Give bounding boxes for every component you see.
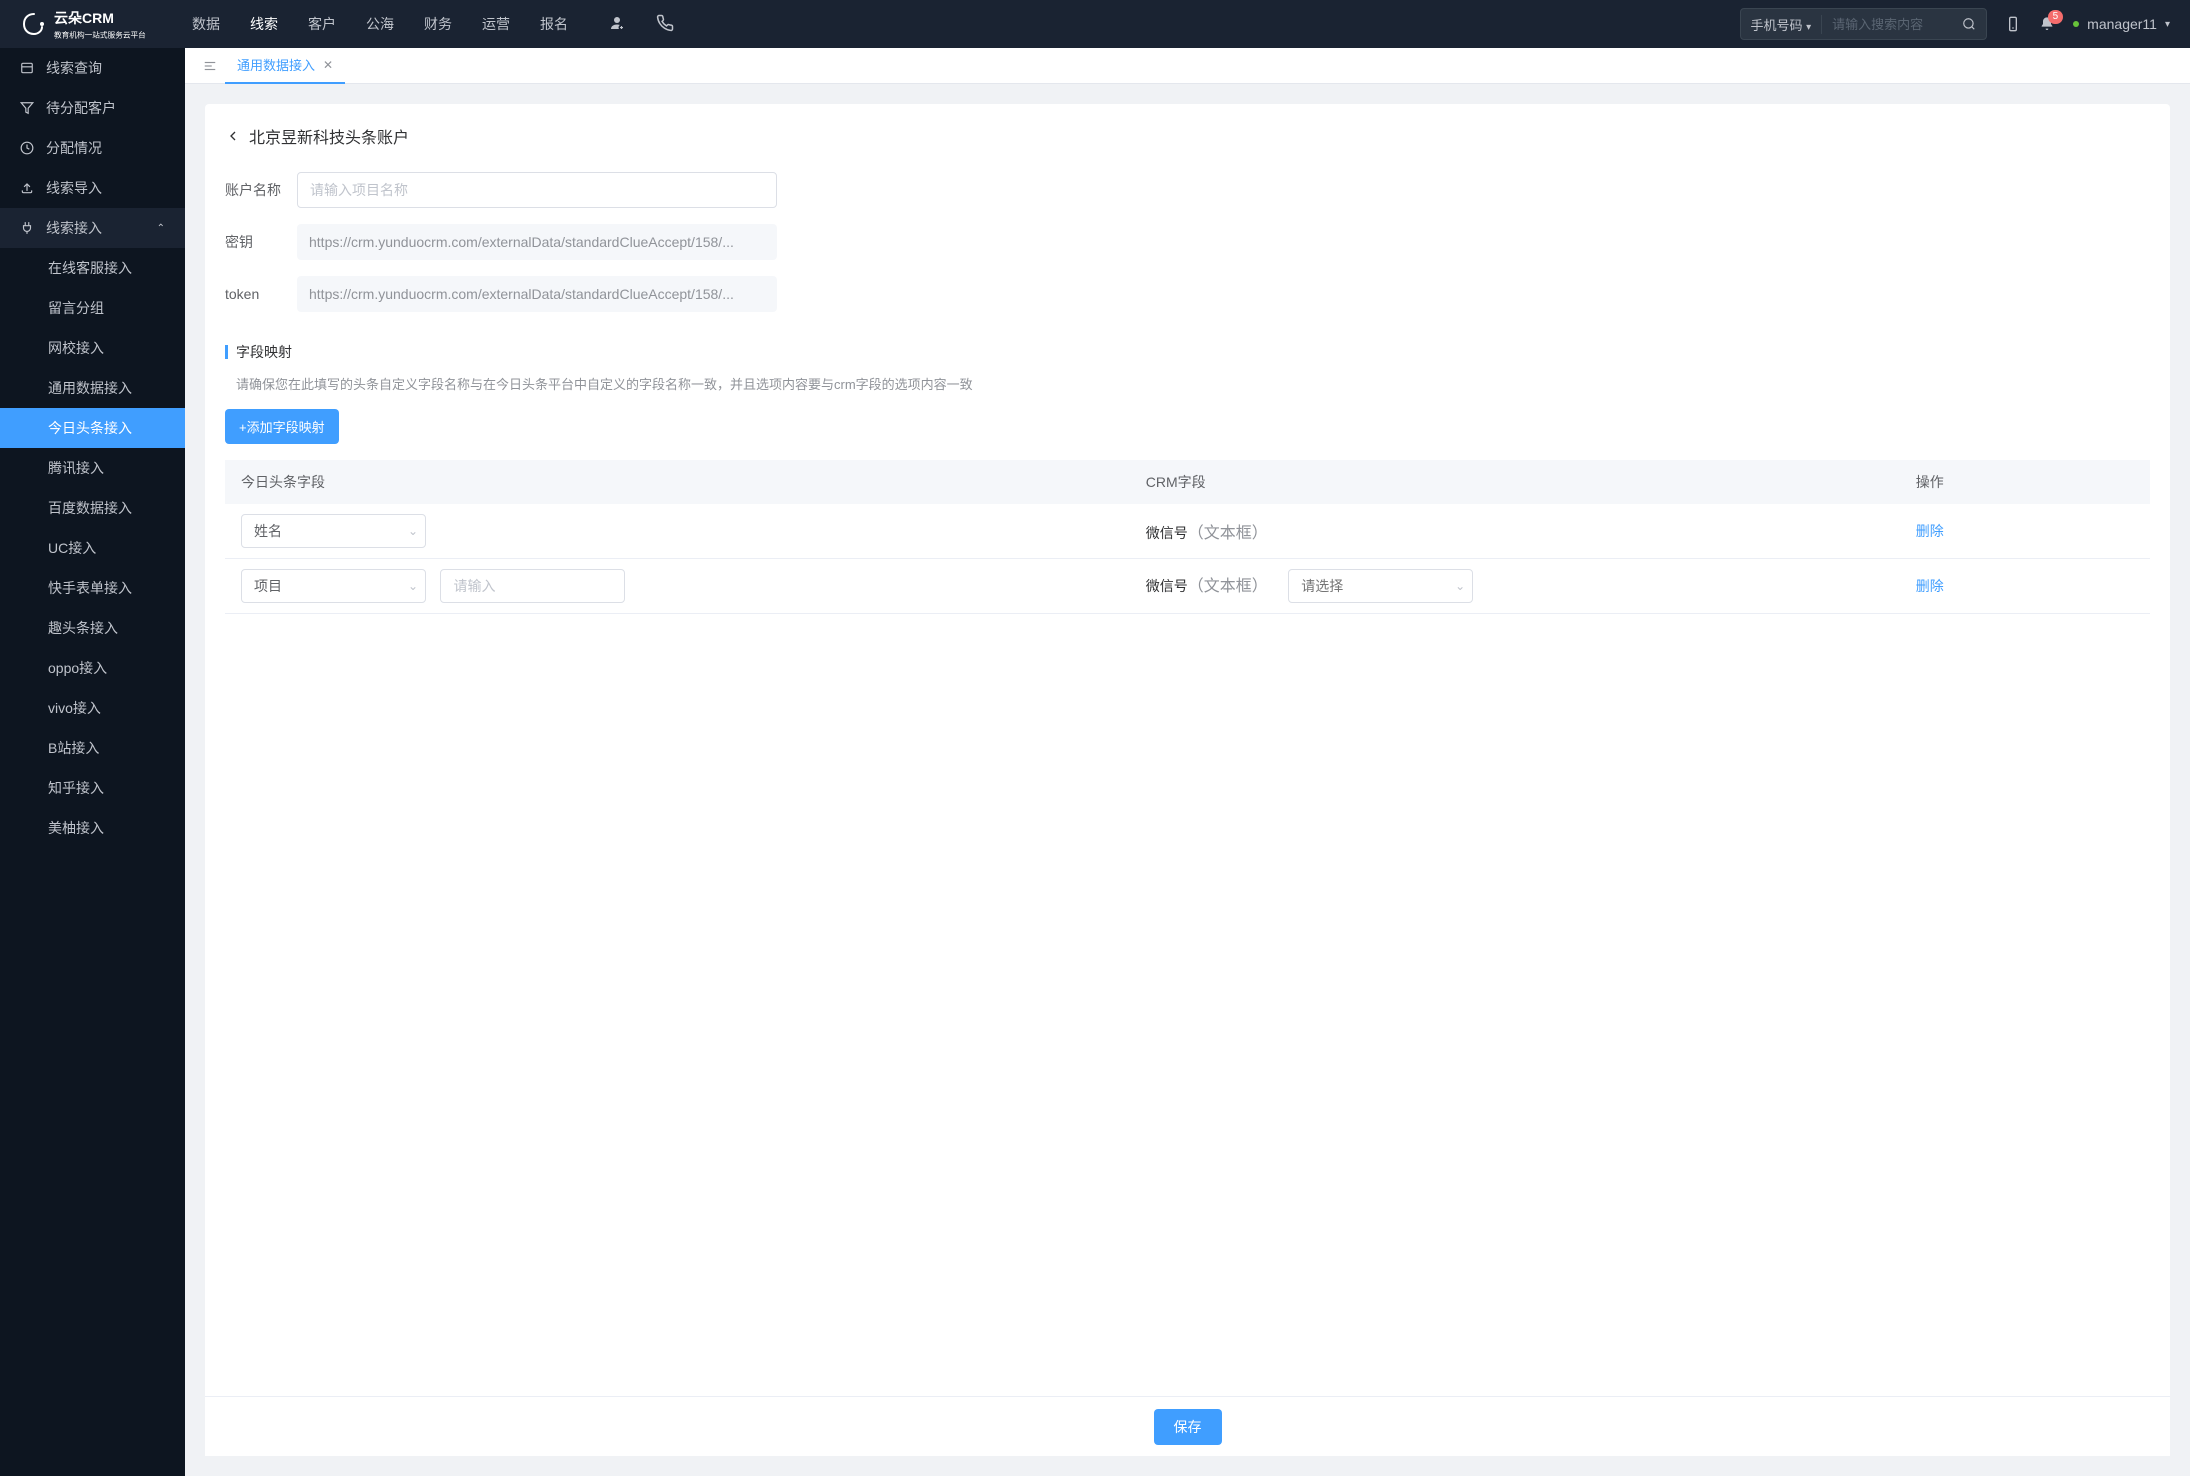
phone-icon[interactable] bbox=[656, 14, 674, 34]
user-add-icon[interactable] bbox=[608, 14, 626, 34]
col-crm: CRM字段 bbox=[1130, 460, 1900, 504]
close-icon[interactable]: ✕ bbox=[323, 58, 333, 72]
top-nav: 数据 线索 客户 公海 财务 运营 报名 bbox=[192, 14, 674, 34]
account-input[interactable] bbox=[297, 172, 777, 208]
search-type-select[interactable]: 手机号码 ▾ bbox=[1751, 15, 1823, 34]
app-header: 云朵CRM 教育机构一站式服务云平台 数据 线索 客户 公海 财务 运营 报名 … bbox=[0, 0, 2190, 48]
username: manager11 bbox=[2087, 16, 2157, 32]
sidebar-item-allocation[interactable]: 分配情况 bbox=[0, 128, 185, 168]
app-logo: 云朵CRM 教育机构一站式服务云平台 bbox=[20, 8, 162, 41]
table-row: ⌄ 微信号（文本框） 删除 bbox=[225, 504, 2150, 559]
sidebar-sub-item[interactable]: UC接入 bbox=[0, 528, 185, 568]
crm-field-name: 微信号 bbox=[1146, 525, 1188, 541]
search-box: 手机号码 ▾ bbox=[1740, 8, 1988, 40]
list-icon bbox=[20, 61, 34, 75]
mobile-icon[interactable] bbox=[2005, 16, 2021, 32]
sidebar-sub-item[interactable]: 百度数据接入 bbox=[0, 488, 185, 528]
sidebar-sub-item[interactable]: 留言分组 bbox=[0, 288, 185, 328]
search-input[interactable] bbox=[1832, 17, 1962, 32]
upload-icon bbox=[20, 181, 34, 195]
secret-label: 密钥 bbox=[225, 232, 297, 252]
secret-input bbox=[297, 224, 777, 260]
sidebar-sub-item[interactable]: 在线客服接入 bbox=[0, 248, 185, 288]
nav-item-signup[interactable]: 报名 bbox=[540, 14, 568, 34]
sidebar-item-access[interactable]: 线索接入 ⌃ bbox=[0, 208, 185, 248]
filter-icon bbox=[20, 101, 34, 115]
account-label: 账户名称 bbox=[225, 180, 297, 200]
col-action: 操作 bbox=[1900, 460, 2150, 504]
logo-subtext: 教育机构一站式服务云平台 bbox=[54, 28, 146, 39]
toutiao-field-select[interactable] bbox=[241, 514, 426, 548]
tabs-bar: 通用数据接入 ✕ bbox=[185, 48, 2190, 84]
section-title: 字段映射 bbox=[236, 342, 292, 362]
status-dot bbox=[2073, 21, 2079, 27]
token-input bbox=[297, 276, 777, 312]
section-bar bbox=[225, 345, 228, 359]
sidebar-item-pending[interactable]: 待分配客户 bbox=[0, 88, 185, 128]
sidebar-sub-item[interactable]: 知乎接入 bbox=[0, 768, 185, 808]
nav-item-clue[interactable]: 线索 bbox=[250, 14, 278, 34]
sidebar-sub-item[interactable]: 美柚接入 bbox=[0, 808, 185, 848]
save-button[interactable]: 保存 bbox=[1154, 1409, 1222, 1445]
nav-item-operation[interactable]: 运营 bbox=[482, 14, 510, 34]
chevron-up-icon: ⌃ bbox=[157, 223, 165, 234]
notification-badge: 5 bbox=[2048, 10, 2064, 24]
nav-item-customer[interactable]: 客户 bbox=[308, 14, 336, 34]
logo-text: 云朵CRM bbox=[54, 8, 162, 28]
sidebar-sub-item[interactable]: oppo接入 bbox=[0, 648, 185, 688]
delete-button[interactable]: 删除 bbox=[1916, 523, 1944, 539]
bell-icon[interactable]: 5 bbox=[2039, 16, 2055, 32]
breadcrumb: 北京昱新科技头条账户 bbox=[225, 124, 2150, 148]
logo-icon bbox=[20, 10, 48, 38]
search-icon[interactable] bbox=[1962, 17, 1976, 31]
col-toutiao: 今日头条字段 bbox=[225, 460, 1130, 504]
header-right: 手机号码 ▾ 5 manager11 ▾ bbox=[1740, 8, 2171, 40]
tabs-collapse-icon[interactable] bbox=[195, 59, 225, 73]
crm-field-type: （文本框） bbox=[1188, 525, 1268, 542]
clock-icon bbox=[20, 141, 34, 155]
chevron-down-icon: ▾ bbox=[2165, 19, 2170, 30]
sidebar-sub-item[interactable]: 通用数据接入 bbox=[0, 368, 185, 408]
sidebar-item-import[interactable]: 线索导入 bbox=[0, 168, 185, 208]
crm-field-type: （文本框） bbox=[1188, 578, 1268, 595]
sidebar-sub-item[interactable]: 腾讯接入 bbox=[0, 448, 185, 488]
main-content: 通用数据接入 ✕ 北京昱新科技头条账户 账户名称 密钥 to bbox=[185, 48, 2190, 1476]
footer-bar: 保存 bbox=[205, 1396, 2170, 1456]
tab-current[interactable]: 通用数据接入 ✕ bbox=[225, 48, 345, 84]
back-icon[interactable] bbox=[225, 128, 241, 144]
sidebar-sub-item[interactable]: vivo接入 bbox=[0, 688, 185, 728]
nav-item-public[interactable]: 公海 bbox=[366, 14, 394, 34]
page-title: 北京昱新科技头条账户 bbox=[249, 124, 409, 148]
sidebar-sub-item[interactable]: 快手表单接入 bbox=[0, 568, 185, 608]
add-mapping-button[interactable]: +添加字段映射 bbox=[225, 409, 339, 444]
sidebar-sub-item[interactable]: B站接入 bbox=[0, 728, 185, 768]
token-label: token bbox=[225, 286, 297, 302]
sidebar: 线索查询 待分配客户 分配情况 线索导入 线索接入 ⌃ 在线客服接入留言分组网校… bbox=[0, 48, 185, 1476]
sidebar-sub-item[interactable]: 网校接入 bbox=[0, 328, 185, 368]
sidebar-sub-item[interactable]: 今日头条接入 bbox=[0, 408, 185, 448]
toutiao-field-select[interactable] bbox=[241, 569, 426, 603]
mapping-table: 今日头条字段 CRM字段 操作 ⌄ bbox=[225, 460, 2150, 614]
sidebar-item-clue-query[interactable]: 线索查询 bbox=[0, 48, 185, 88]
nav-item-data[interactable]: 数据 bbox=[192, 14, 220, 34]
plug-icon bbox=[20, 221, 34, 235]
user-menu[interactable]: manager11 ▾ bbox=[2073, 16, 2170, 32]
delete-button[interactable]: 删除 bbox=[1916, 578, 1944, 594]
toutiao-field-input[interactable] bbox=[440, 569, 625, 603]
nav-item-finance[interactable]: 财务 bbox=[424, 14, 452, 34]
section-desc: 请确保您在此填写的头条自定义字段名称与在今日头条平台中自定义的字段名称一致，并且… bbox=[225, 374, 2150, 393]
crm-field-name: 微信号 bbox=[1146, 578, 1188, 594]
table-row: ⌄ 微信号（文本框） ⌄ 删除 bbox=[225, 559, 2150, 614]
crm-option-select[interactable] bbox=[1288, 569, 1473, 603]
sidebar-sub-item[interactable]: 趣头条接入 bbox=[0, 608, 185, 648]
